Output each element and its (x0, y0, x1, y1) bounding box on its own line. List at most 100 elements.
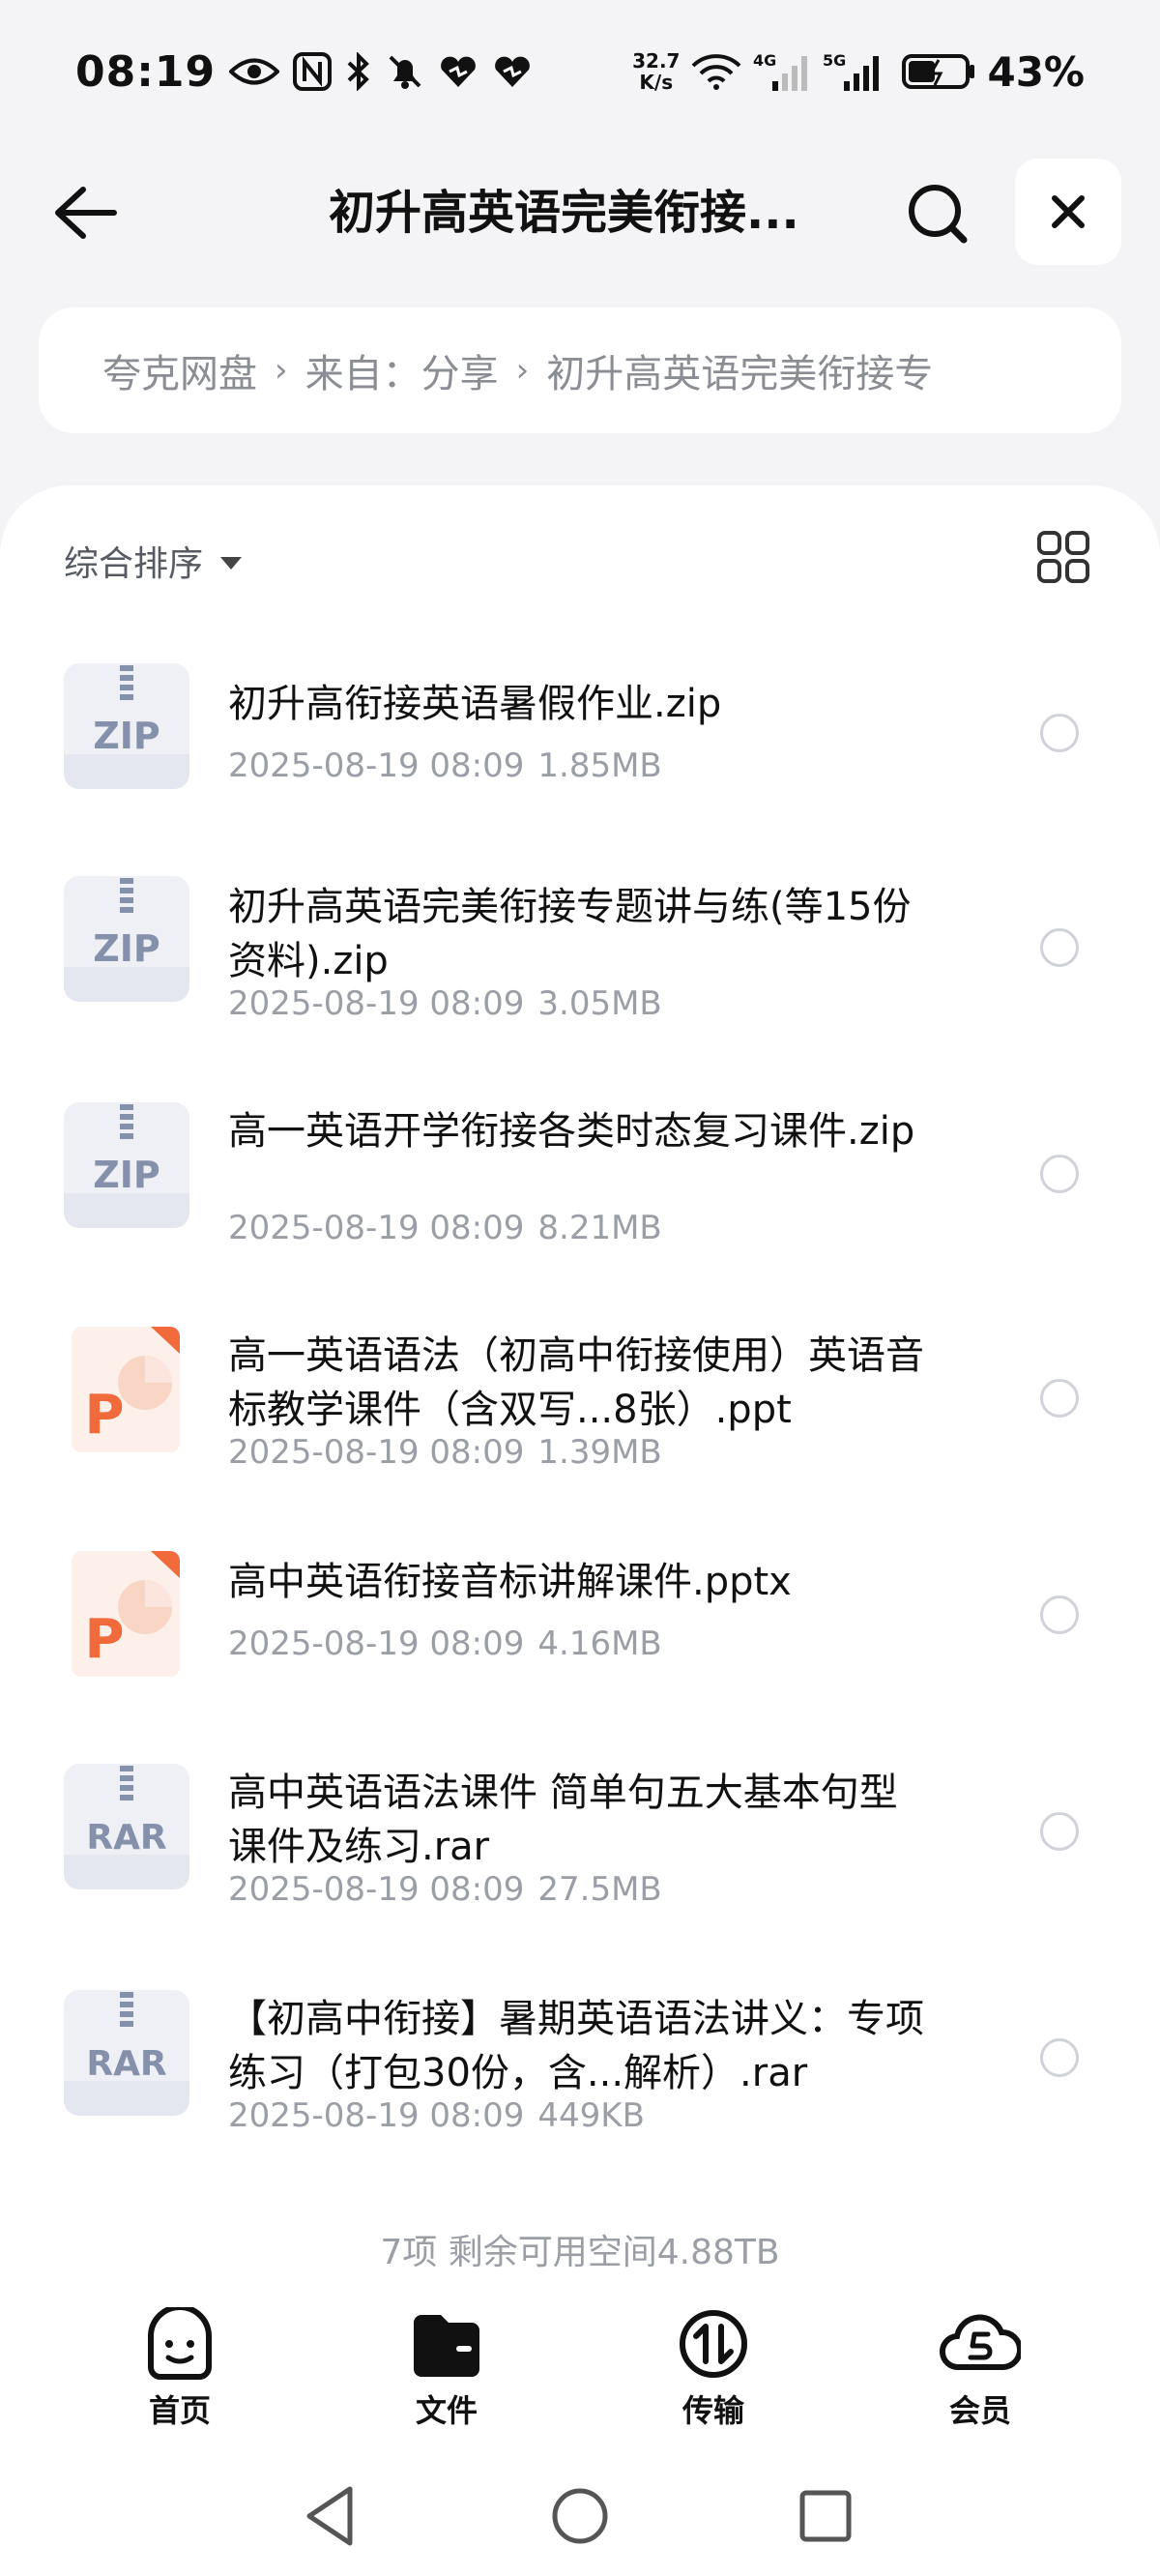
home-face-icon (148, 2307, 212, 2380)
heart-app-icon (438, 54, 478, 89)
file-size: 1.85MB (537, 746, 662, 785)
file-type-label: RAR (86, 1818, 166, 1858)
select-radio[interactable] (1040, 2038, 1079, 2077)
file-item[interactable]: RAR 高中英语语法课件 简单句五大基本句型课件及练习.rar 2025-08-… (0, 1758, 1160, 1961)
search-icon (909, 185, 968, 244)
file-type-label: ZIP (93, 927, 160, 970)
chevron-right-icon: › (275, 351, 288, 390)
system-back-button[interactable] (296, 2479, 369, 2553)
network-speed-value: 32.7 (632, 49, 681, 73)
breadcrumb-item-root[interactable]: 夸克网盘 (102, 342, 257, 398)
file-meta: 2025-08-19 08:09 27.5MB (228, 1870, 662, 1909)
file-meta: 2025-08-19 08:09 4.16MB (228, 1625, 662, 1663)
file-item[interactable]: ZIP 高一英语开学衔接各类时态复习课件.zip 2025-08-19 08:0… (0, 1097, 1160, 1300)
nav-files[interactable]: 文件 (379, 2307, 514, 2433)
status-time: 08:19 (75, 46, 217, 97)
status-left: 08:19 (75, 47, 533, 97)
system-home-button[interactable] (543, 2479, 617, 2553)
zip-file-icon: ZIP (62, 661, 191, 791)
ppt-file-icon: P (62, 1325, 191, 1454)
file-size: 1.39MB (537, 1433, 662, 1472)
zip-file-icon: ZIP (62, 1100, 191, 1230)
signal-4g-icon: 4G (753, 50, 811, 93)
file-date: 2025-08-19 08:09 (228, 746, 525, 785)
file-meta: 2025-08-19 08:09 449KB (228, 2096, 645, 2135)
select-radio[interactable] (1040, 714, 1079, 752)
folder-icon (414, 2315, 479, 2377)
file-size: 3.05MB (537, 984, 662, 1023)
zip-file-icon: ZIP (62, 874, 191, 1004)
file-size: 8.21MB (537, 1209, 662, 1247)
sort-dropdown[interactable]: 综合排序 (64, 532, 243, 590)
file-name: 高一英语开学衔接各类时态复习课件.zip (228, 1109, 915, 1154)
select-radio[interactable] (1040, 928, 1079, 967)
breadcrumb: 夸克网盘 › 来自：分享 › 初升高英语完美衔接专 (39, 307, 1121, 433)
breadcrumb-item-share[interactable]: 来自：分享 (305, 342, 499, 398)
sort-label: 综合排序 (64, 544, 204, 584)
select-radio[interactable] (1040, 1155, 1079, 1193)
storage-summary: 7项 剩余可用空间4.88TB (380, 2233, 780, 2272)
file-item[interactable]: P 高一英语语法（初高中衔接使用）英语音标教学课件（含双写...8张）.ppt … (0, 1321, 1160, 1524)
grid-icon (1037, 531, 1089, 583)
nfc-icon (293, 52, 333, 91)
file-size: 449KB (537, 2096, 645, 2135)
breadcrumb-item-current[interactable]: 初升高英语完美衔接专 (546, 342, 933, 398)
file-type-label: P (84, 1384, 124, 1447)
bluetooth-icon (345, 52, 372, 91)
triangle-back-icon (306, 2486, 353, 2546)
file-item[interactable]: RAR 【初高中衔接】暑期英语语法讲义：专项练习（打包30份，含...解析）.r… (0, 1984, 1160, 2187)
chevron-right-icon: › (515, 351, 530, 390)
cloud-vip-icon (940, 2314, 1021, 2371)
battery-icon (902, 52, 975, 91)
file-name: 高一英语语法（初高中衔接使用）英语音标教学课件（含双写...8张）.ppt (228, 1333, 924, 1432)
nav-home-label: 首页 (148, 2392, 211, 2429)
file-type-label: ZIP (93, 715, 160, 757)
nav-vip[interactable]: 会员 (913, 2307, 1048, 2433)
search-button[interactable] (904, 180, 972, 248)
system-nav-bar (0, 2456, 1160, 2576)
file-date: 2025-08-19 08:09 (228, 1625, 525, 1663)
file-name: 高中英语衔接音标讲解课件.pptx (228, 1560, 792, 1604)
network-speed-unit: K/s (639, 71, 674, 94)
file-name: 【初高中衔接】暑期英语语法讲义：专项练习（打包30份，含...解析）.rar (228, 1997, 924, 2095)
rar-file-icon: RAR (62, 1762, 191, 1891)
select-radio[interactable] (1040, 1595, 1079, 1634)
eye-icon (229, 55, 280, 88)
close-button[interactable] (1015, 159, 1121, 265)
nav-home[interactable]: 首页 (112, 2307, 247, 2433)
signal-4g-label: 4G (753, 51, 776, 70)
signal-5g-icon: 5G (823, 50, 890, 93)
rar-file-icon: RAR (62, 1988, 191, 2118)
nav-vip-label: 会员 (948, 2392, 1011, 2429)
file-name: 初升高衔接英语暑假作业.zip (228, 682, 722, 726)
select-radio[interactable] (1040, 1812, 1079, 1851)
back-button[interactable] (48, 182, 126, 244)
battery-percent: 43% (987, 47, 1085, 96)
status-right: 32.7 K/s 4G 5G 43% (632, 48, 1085, 96)
file-item[interactable]: ZIP 初升高英语完美衔接专题讲与练(等15份资料).zip 2025-08-1… (0, 872, 1160, 1075)
caret-down-icon (220, 556, 243, 570)
file-size: 4.16MB (537, 1625, 662, 1663)
select-radio[interactable] (1040, 1379, 1079, 1418)
wifi-icon (691, 52, 741, 91)
page-title: 初升高英语完美衔接... (329, 186, 799, 240)
nav-transfer-label: 传输 (682, 2392, 744, 2429)
close-icon (1052, 195, 1085, 228)
file-name: 高中英语语法课件 简单句五大基本句型课件及练习.rar (228, 1771, 898, 1869)
status-bar: 08:19 32.7 K/s 4G 5G 43% (0, 0, 1160, 143)
file-meta: 2025-08-19 08:09 3.05MB (228, 984, 662, 1023)
file-item[interactable]: P 高中英语衔接音标讲解课件.pptx 2025-08-19 08:09 4.16… (0, 1545, 1160, 1729)
file-date: 2025-08-19 08:09 (228, 2096, 525, 2135)
file-item[interactable]: ZIP 初升高衔接英语暑假作业.zip 2025-08-19 08:09 1.85… (0, 659, 1160, 853)
system-recents-button[interactable] (789, 2479, 862, 2553)
file-type-label: ZIP (93, 1154, 160, 1196)
network-speed: 32.7 K/s (632, 50, 680, 93)
grid-view-button[interactable] (1036, 530, 1090, 584)
nav-files-label: 文件 (415, 2392, 478, 2429)
file-type-label: RAR (86, 2044, 166, 2084)
nav-transfer[interactable]: 传输 (646, 2307, 781, 2433)
file-date: 2025-08-19 08:09 (228, 1433, 525, 1472)
file-size: 27.5MB (537, 1870, 662, 1909)
circle-home-icon (552, 2488, 608, 2544)
file-meta: 2025-08-19 08:09 1.85MB (228, 746, 662, 785)
